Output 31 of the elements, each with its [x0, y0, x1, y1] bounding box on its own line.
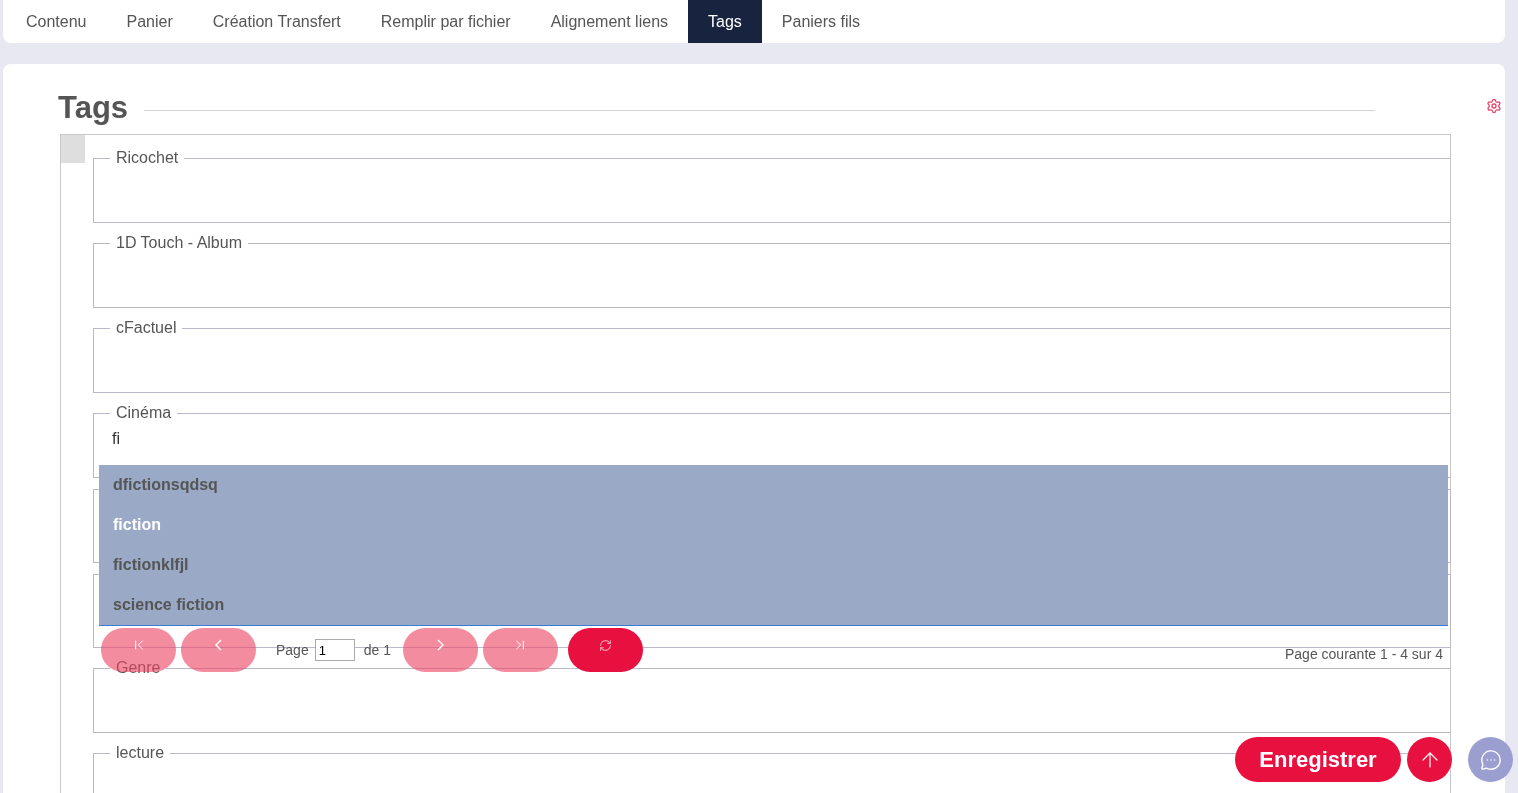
refresh-icon [598, 638, 612, 652]
next-page-button[interactable] [402, 628, 478, 672]
section-title: Tags [58, 90, 129, 126]
tab[interactable]: Paniers fils [761, 0, 881, 43]
fieldset-legend: Cinéma [110, 404, 178, 422]
first-page-button[interactable] [101, 628, 176, 672]
save-button[interactable]: Enregistrer [1235, 737, 1401, 782]
chat-icon [1479, 748, 1502, 771]
page-input[interactable]: 1 [314, 639, 355, 661]
tab[interactable]: Contenu [6, 0, 107, 43]
tab[interactable]: Tags [688, 0, 762, 43]
tab[interactable]: Remplir par fichier [360, 0, 531, 43]
fieldset-legend: Ricochet [110, 149, 185, 167]
previous-page-button[interactable] [181, 628, 256, 672]
fieldset-legend: cFactuel [110, 319, 183, 337]
chevron-right-icon [436, 639, 444, 651]
tab[interactable]: Panier [106, 0, 193, 43]
corner-handle [61, 135, 85, 163]
tab[interactable]: Création Transfert [192, 0, 361, 43]
tab[interactable]: Alignement liens [530, 0, 689, 43]
page-count: de 1 [363, 642, 391, 658]
page-summary: Page courante 1 - 4 sur 4 [1285, 646, 1443, 662]
chevron-left-icon [215, 639, 222, 651]
page-label: Page [276, 642, 309, 658]
fieldset-legend: 1D Touch - Album [110, 234, 248, 252]
tag-input[interactable]: fi [108, 428, 516, 450]
last-page-button[interactable] [482, 628, 558, 672]
fieldset-legend: lecture [110, 744, 171, 762]
refresh-button[interactable] [567, 628, 643, 672]
settings-icon[interactable] [1486, 98, 1502, 114]
fieldset-legend: Genre [110, 659, 167, 677]
